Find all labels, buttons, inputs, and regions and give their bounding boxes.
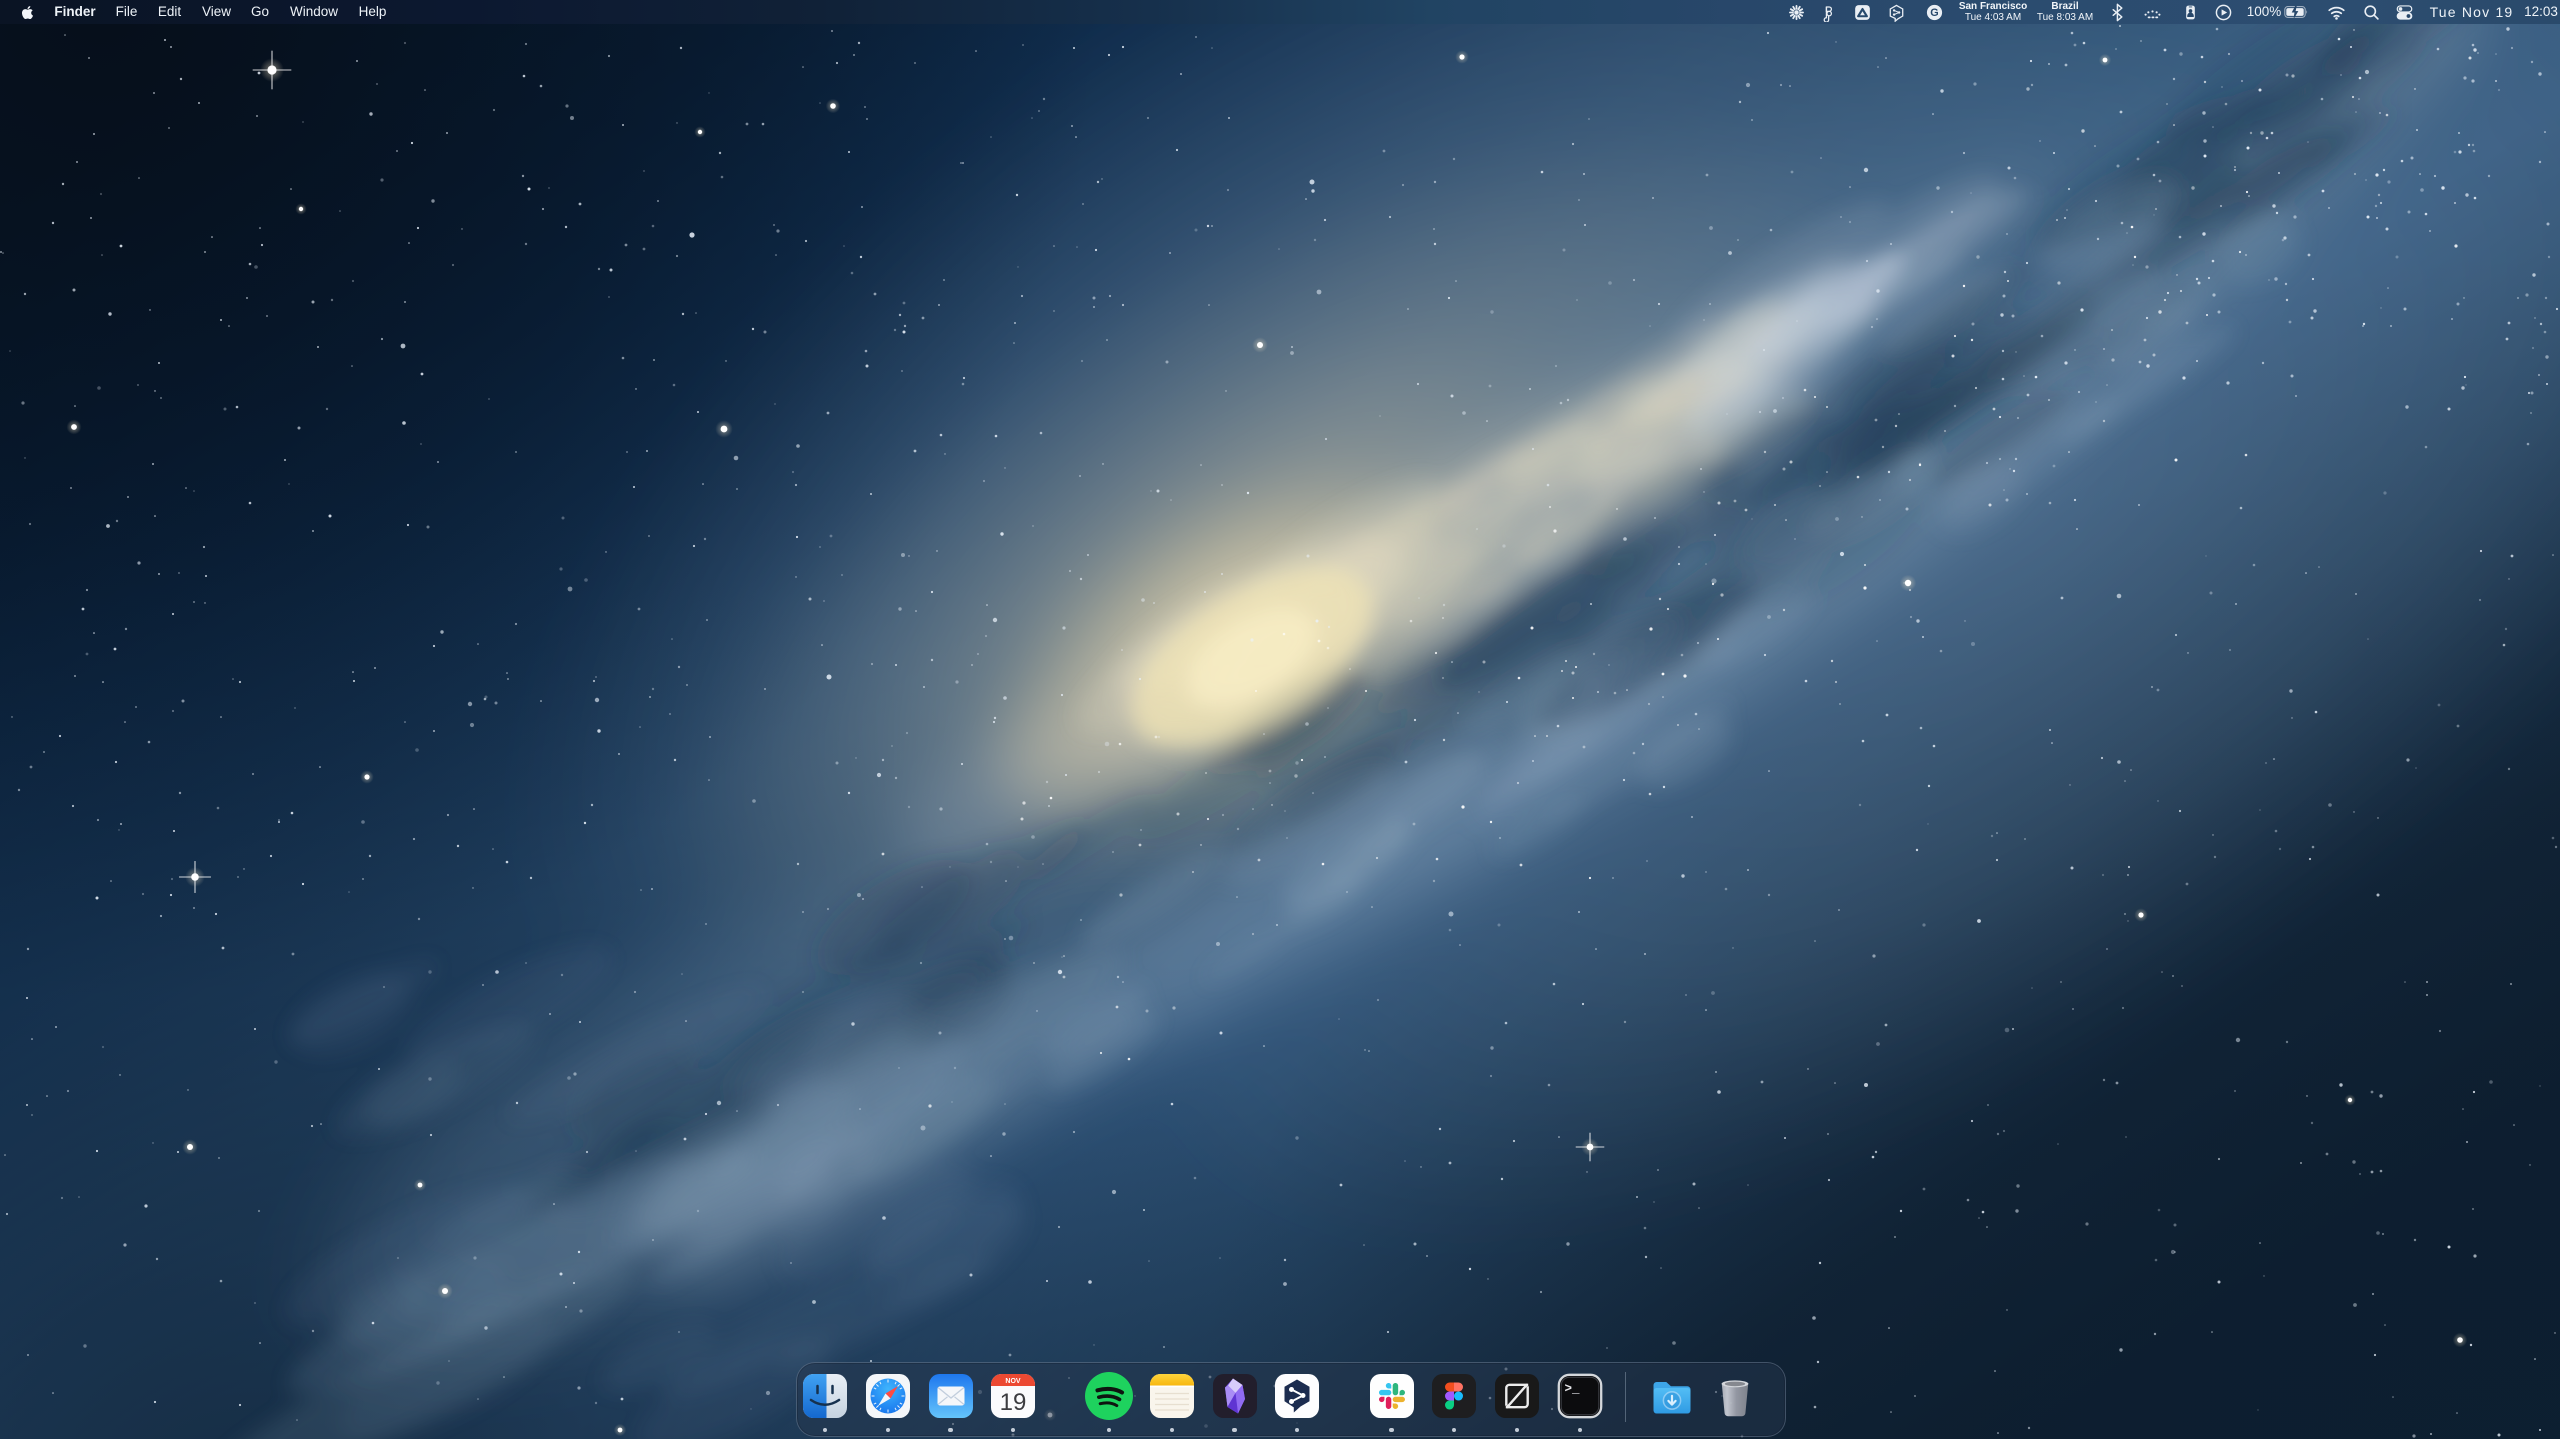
svg-text:>_: >_ <box>1564 1382 1580 1396</box>
svg-text:G: G <box>1930 7 1938 19</box>
svg-text:19: 19 <box>1000 1389 1027 1416</box>
svg-text:NOV: NOV <box>1006 1378 1022 1385</box>
